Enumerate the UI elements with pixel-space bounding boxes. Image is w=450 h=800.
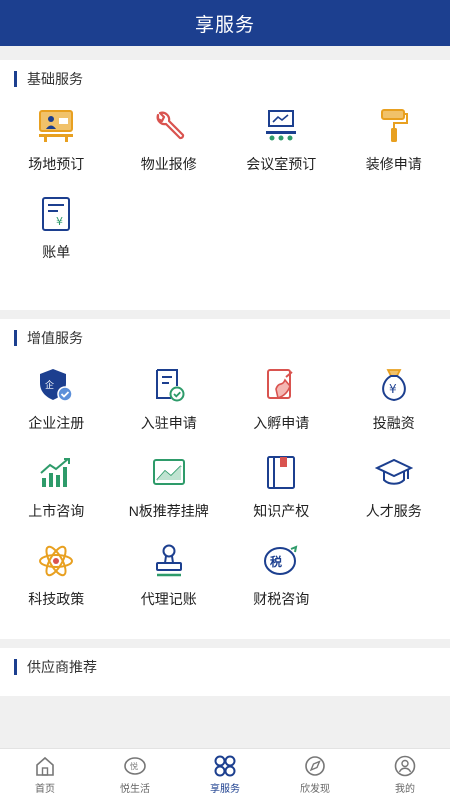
paint-roller-icon <box>374 106 414 146</box>
user-icon <box>393 754 417 778</box>
service-property-repair[interactable]: 物业报修 <box>113 98 226 186</box>
home-icon <box>33 754 57 778</box>
value-added-services-section: 增值服务 企 企业注册 入驻申请 入孵申请 ¥ 投融资 上市咨询 N板推荐挂牌 … <box>0 319 450 639</box>
stamp-icon <box>149 541 189 581</box>
service-icon <box>213 754 237 778</box>
service-settle-in[interactable]: 入驻申请 <box>113 357 226 445</box>
service-label: N板推荐挂牌 <box>128 503 209 519</box>
nav-item-service[interactable]: 享服务 <box>180 749 270 800</box>
tax-icon: 税 <box>261 541 301 581</box>
service-label: 科技政策 <box>28 591 85 607</box>
service-investment-financing[interactable]: ¥ 投融资 <box>338 357 450 445</box>
bill-icon: ¥ <box>36 194 76 234</box>
svg-text:企: 企 <box>45 379 54 391</box>
nav-label: 悦生活 <box>120 784 150 795</box>
meeting-room-icon <box>261 106 301 146</box>
service-renovation[interactable]: 装修申请 <box>338 98 450 186</box>
nav-label: 欣发现 <box>300 784 330 795</box>
atom-icon <box>36 541 76 581</box>
svg-text:¥: ¥ <box>56 215 63 228</box>
intellectual-property-icon <box>261 453 301 493</box>
service-label: 装修申请 <box>365 156 422 172</box>
supplier-recommend-section: 供应商推荐 <box>0 648 450 696</box>
service-label: 物业报修 <box>140 156 197 172</box>
nav-label: 我的 <box>395 784 415 795</box>
listing-chart-icon <box>36 453 76 493</box>
service-intellectual-property[interactable]: 知识产权 <box>225 445 338 533</box>
service-company-register[interactable]: 企 企业注册 <box>0 357 113 445</box>
svg-text:悦: 悦 <box>130 761 138 771</box>
service-meeting-room[interactable]: 会议室预订 <box>225 98 338 186</box>
page-header: 享服务 <box>0 0 450 46</box>
value-added-grid: 企 企业注册 入驻申请 入孵申请 ¥ 投融资 上市咨询 N板推荐挂牌 知识产权 … <box>0 357 450 621</box>
wrench-icon <box>149 106 189 146</box>
service-listing-consult[interactable]: 上市咨询 <box>0 445 113 533</box>
service-agency-bookkeeping[interactable]: 代理记账 <box>113 533 226 621</box>
life-icon: 悦 <box>123 754 147 778</box>
service-venue-booking[interactable]: 场地预订 <box>0 98 113 186</box>
basic-services-section: 基础服务 场地预订 物业报修 会议室预订 装修申请 ¥ 账单 <box>0 60 450 310</box>
service-label: 财税咨询 <box>253 591 310 607</box>
money-bag-icon: ¥ <box>374 365 414 405</box>
service-label: 人才服务 <box>365 503 422 519</box>
service-label: 账单 <box>42 244 71 260</box>
service-tech-policy[interactable]: 科技政策 <box>0 533 113 621</box>
discover-icon <box>303 754 327 778</box>
service-label: 代理记账 <box>140 591 197 607</box>
service-bill[interactable]: ¥ 账单 <box>0 186 113 274</box>
nav-label: 享服务 <box>210 784 240 795</box>
bottom-nav: 首页 悦 悦生活 享服务 欣发现 我的 <box>0 748 450 800</box>
service-label: 场地预订 <box>28 156 85 172</box>
service-label: 企业注册 <box>28 415 85 431</box>
page-title: 享服务 <box>194 14 255 36</box>
settle-in-icon <box>149 365 189 405</box>
service-label: 会议室预订 <box>246 156 317 172</box>
basic-services-grid: 场地预订 物业报修 会议室预订 装修申请 ¥ 账单 <box>0 98 450 274</box>
nav-item-home[interactable]: 首页 <box>0 749 90 800</box>
service-label: 上市咨询 <box>28 503 85 519</box>
company-register-icon: 企 <box>36 365 76 405</box>
nav-item-discover[interactable]: 欣发现 <box>270 749 360 800</box>
incubate-icon <box>261 365 301 405</box>
service-label: 知识产权 <box>253 503 310 519</box>
section-title-basic: 基础服务 <box>0 60 450 98</box>
service-label: 投融资 <box>372 415 415 431</box>
service-label: 入孵申请 <box>253 415 310 431</box>
nav-label: 首页 <box>35 784 55 795</box>
section-title-supplier: 供应商推荐 <box>0 648 450 686</box>
graduation-cap-icon <box>374 453 414 493</box>
section-title-value-added: 增值服务 <box>0 319 450 357</box>
nav-item-life[interactable]: 悦 悦生活 <box>90 749 180 800</box>
service-n-board-listing[interactable]: N板推荐挂牌 <box>113 445 226 533</box>
venue-icon <box>36 106 76 146</box>
service-talent[interactable]: 人才服务 <box>338 445 450 533</box>
service-incubate[interactable]: 入孵申请 <box>225 357 338 445</box>
svg-text:¥: ¥ <box>389 382 397 396</box>
nav-item-mine[interactable]: 我的 <box>360 749 450 800</box>
service-label: 入驻申请 <box>140 415 197 431</box>
n-board-icon <box>149 453 189 493</box>
service-tax-consult[interactable]: 税 财税咨询 <box>225 533 338 621</box>
svg-text:税: 税 <box>270 554 282 569</box>
